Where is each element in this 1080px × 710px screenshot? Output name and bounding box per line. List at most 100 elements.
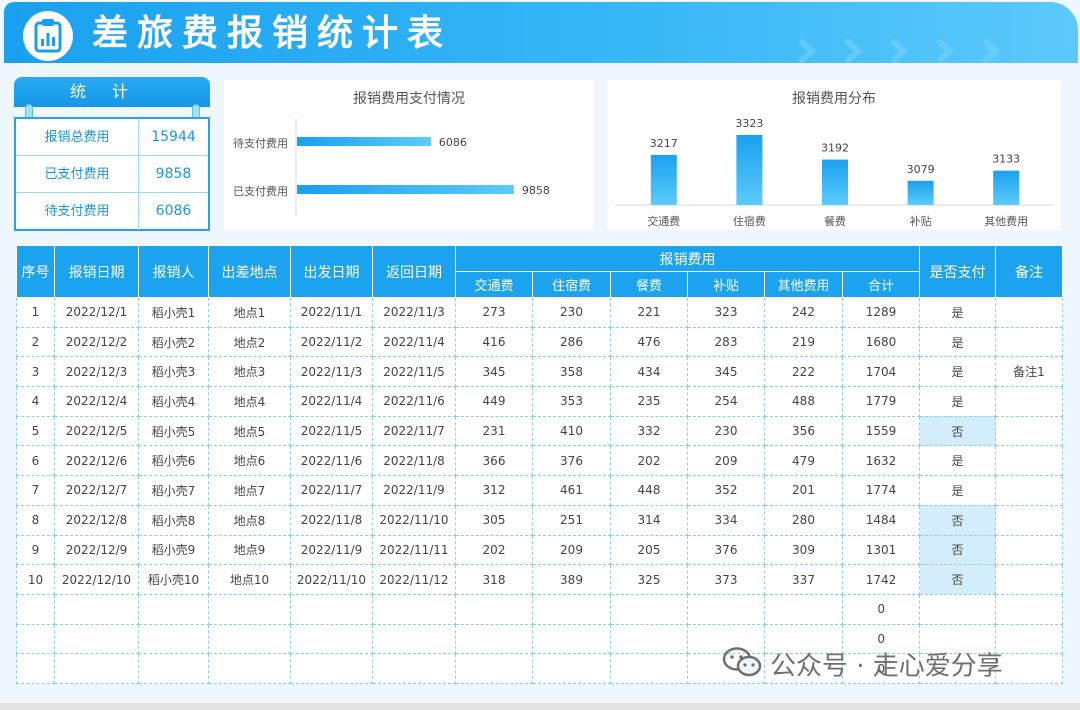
table-cell[interactable] bbox=[54, 653, 139, 684]
table-cell[interactable] bbox=[208, 593, 291, 625]
table-cell[interactable]: 稻小壳8 bbox=[138, 504, 209, 536]
table-cell[interactable]: 1 bbox=[16, 297, 55, 328]
table-cell[interactable]: 地点6 bbox=[208, 445, 291, 477]
table-cell[interactable]: 1559 bbox=[842, 415, 920, 447]
table-cell[interactable]: 389 bbox=[532, 564, 611, 595]
table-cell[interactable]: 2022/11/9 bbox=[290, 534, 373, 566]
table-cell[interactable]: 2022/11/7 bbox=[290, 475, 373, 506]
table-cell[interactable]: 2022/12/5 bbox=[54, 415, 139, 447]
table-cell[interactable]: 2022/11/1 bbox=[290, 297, 373, 328]
table-cell[interactable]: 2022/12/9 bbox=[54, 534, 139, 566]
table-cell[interactable]: 325 bbox=[610, 564, 688, 595]
table-cell[interactable]: 2022/11/4 bbox=[290, 386, 373, 417]
table-cell[interactable] bbox=[16, 623, 55, 655]
table-cell[interactable]: 2022/11/6 bbox=[372, 386, 456, 417]
table-cell[interactable]: 230 bbox=[532, 297, 611, 328]
table-cell[interactable] bbox=[455, 653, 533, 684]
table-cell[interactable]: 2022/11/4 bbox=[372, 326, 456, 358]
table-cell[interactable]: 地点7 bbox=[208, 475, 291, 506]
table-cell[interactable]: 254 bbox=[687, 386, 765, 417]
table-cell[interactable]: 209 bbox=[532, 534, 611, 566]
table-cell[interactable]: 0 bbox=[842, 593, 920, 625]
table-cell[interactable]: 8 bbox=[16, 504, 55, 536]
table-cell[interactable] bbox=[995, 297, 1063, 328]
table-cell[interactable]: 334 bbox=[687, 504, 765, 536]
table-cell[interactable]: 345 bbox=[687, 356, 765, 388]
table-cell[interactable] bbox=[455, 593, 533, 625]
table-cell[interactable] bbox=[372, 623, 456, 655]
table-cell[interactable]: 备注1 bbox=[995, 356, 1063, 388]
table-cell[interactable]: 2022/12/3 bbox=[54, 356, 139, 388]
table-cell[interactable]: 否 bbox=[919, 415, 996, 447]
table-cell[interactable] bbox=[532, 623, 611, 655]
table-cell[interactable] bbox=[455, 623, 533, 655]
table-cell[interactable]: 318 bbox=[455, 564, 533, 595]
table-cell[interactable]: 2022/11/10 bbox=[372, 504, 456, 536]
table-cell[interactable]: 230 bbox=[687, 415, 765, 447]
table-cell[interactable]: 是 bbox=[919, 356, 996, 388]
table-cell[interactable]: 2022/11/12 bbox=[372, 564, 456, 595]
table-cell[interactable]: 358 bbox=[532, 356, 611, 388]
table-cell[interactable]: 222 bbox=[764, 356, 843, 388]
table-cell[interactable]: 稻小壳7 bbox=[138, 475, 209, 506]
table-cell[interactable]: 2022/12/10 bbox=[54, 564, 139, 595]
table-cell[interactable]: 1484 bbox=[842, 504, 920, 536]
table-cell[interactable] bbox=[610, 623, 688, 655]
table-cell[interactable] bbox=[532, 593, 611, 625]
table-cell[interactable]: 1774 bbox=[842, 475, 920, 506]
table-cell[interactable]: 地点3 bbox=[208, 356, 291, 388]
table-cell[interactable] bbox=[995, 475, 1063, 506]
table-cell[interactable]: 是 bbox=[919, 445, 996, 477]
table-cell[interactable]: 2022/11/8 bbox=[372, 445, 456, 477]
table-cell[interactable] bbox=[290, 653, 373, 684]
table-cell[interactable]: 314 bbox=[610, 504, 688, 536]
table-cell[interactable]: 488 bbox=[764, 386, 843, 417]
table-cell[interactable] bbox=[372, 593, 456, 625]
table-cell[interactable]: 2022/11/5 bbox=[290, 415, 373, 447]
table-cell[interactable]: 205 bbox=[610, 534, 688, 566]
table-cell[interactable] bbox=[138, 623, 209, 655]
table-cell[interactable]: 2022/11/5 bbox=[372, 356, 456, 388]
table-cell[interactable] bbox=[995, 623, 1063, 655]
table-cell[interactable] bbox=[919, 593, 996, 625]
table-cell[interactable]: 2022/11/3 bbox=[290, 356, 373, 388]
table-cell[interactable] bbox=[372, 653, 456, 684]
table-cell[interactable]: 312 bbox=[455, 475, 533, 506]
table-cell[interactable]: 3 bbox=[16, 356, 55, 388]
table-cell[interactable]: 是 bbox=[919, 326, 996, 358]
table-cell[interactable]: 1704 bbox=[842, 356, 920, 388]
table-cell[interactable]: 2022/12/1 bbox=[54, 297, 139, 328]
table-cell[interactable]: 稻小壳10 bbox=[138, 564, 209, 595]
table-cell[interactable] bbox=[995, 445, 1063, 477]
table-cell[interactable]: 1632 bbox=[842, 445, 920, 477]
table-cell[interactable]: 416 bbox=[455, 326, 533, 358]
table-cell[interactable]: 201 bbox=[764, 475, 843, 506]
table-cell[interactable]: 2022/11/10 bbox=[290, 564, 373, 595]
table-cell[interactable]: 323 bbox=[687, 297, 765, 328]
table-cell[interactable]: 地点2 bbox=[208, 326, 291, 358]
table-cell[interactable]: 地点10 bbox=[208, 564, 291, 595]
table-cell[interactable]: 地点9 bbox=[208, 534, 291, 566]
table-cell[interactable]: 稻小壳6 bbox=[138, 445, 209, 477]
table-cell[interactable]: 9 bbox=[16, 534, 55, 566]
table-cell[interactable]: 283 bbox=[687, 326, 765, 358]
table-cell[interactable]: 否 bbox=[919, 504, 996, 536]
table-cell[interactable] bbox=[995, 386, 1063, 417]
table-cell[interactable]: 219 bbox=[764, 326, 843, 358]
table-cell[interactable]: 2022/12/7 bbox=[54, 475, 139, 506]
table-cell[interactable]: 373 bbox=[687, 564, 765, 595]
table-cell[interactable]: 1742 bbox=[842, 564, 920, 595]
table-cell[interactable]: 地点4 bbox=[208, 386, 291, 417]
table-cell[interactable]: 4 bbox=[16, 386, 55, 417]
table-cell[interactable] bbox=[138, 653, 209, 684]
table-cell[interactable]: 地点1 bbox=[208, 297, 291, 328]
table-cell[interactable]: 否 bbox=[919, 564, 996, 595]
table-cell[interactable]: 1301 bbox=[842, 534, 920, 566]
table-cell[interactable] bbox=[764, 593, 843, 625]
table-cell[interactable]: 是 bbox=[919, 297, 996, 328]
table-cell[interactable]: 稻小壳4 bbox=[138, 386, 209, 417]
table-cell[interactable]: 461 bbox=[532, 475, 611, 506]
table-cell[interactable]: 稻小壳3 bbox=[138, 356, 209, 388]
table-cell[interactable]: 稻小壳2 bbox=[138, 326, 209, 358]
table-cell[interactable]: 202 bbox=[610, 445, 688, 477]
